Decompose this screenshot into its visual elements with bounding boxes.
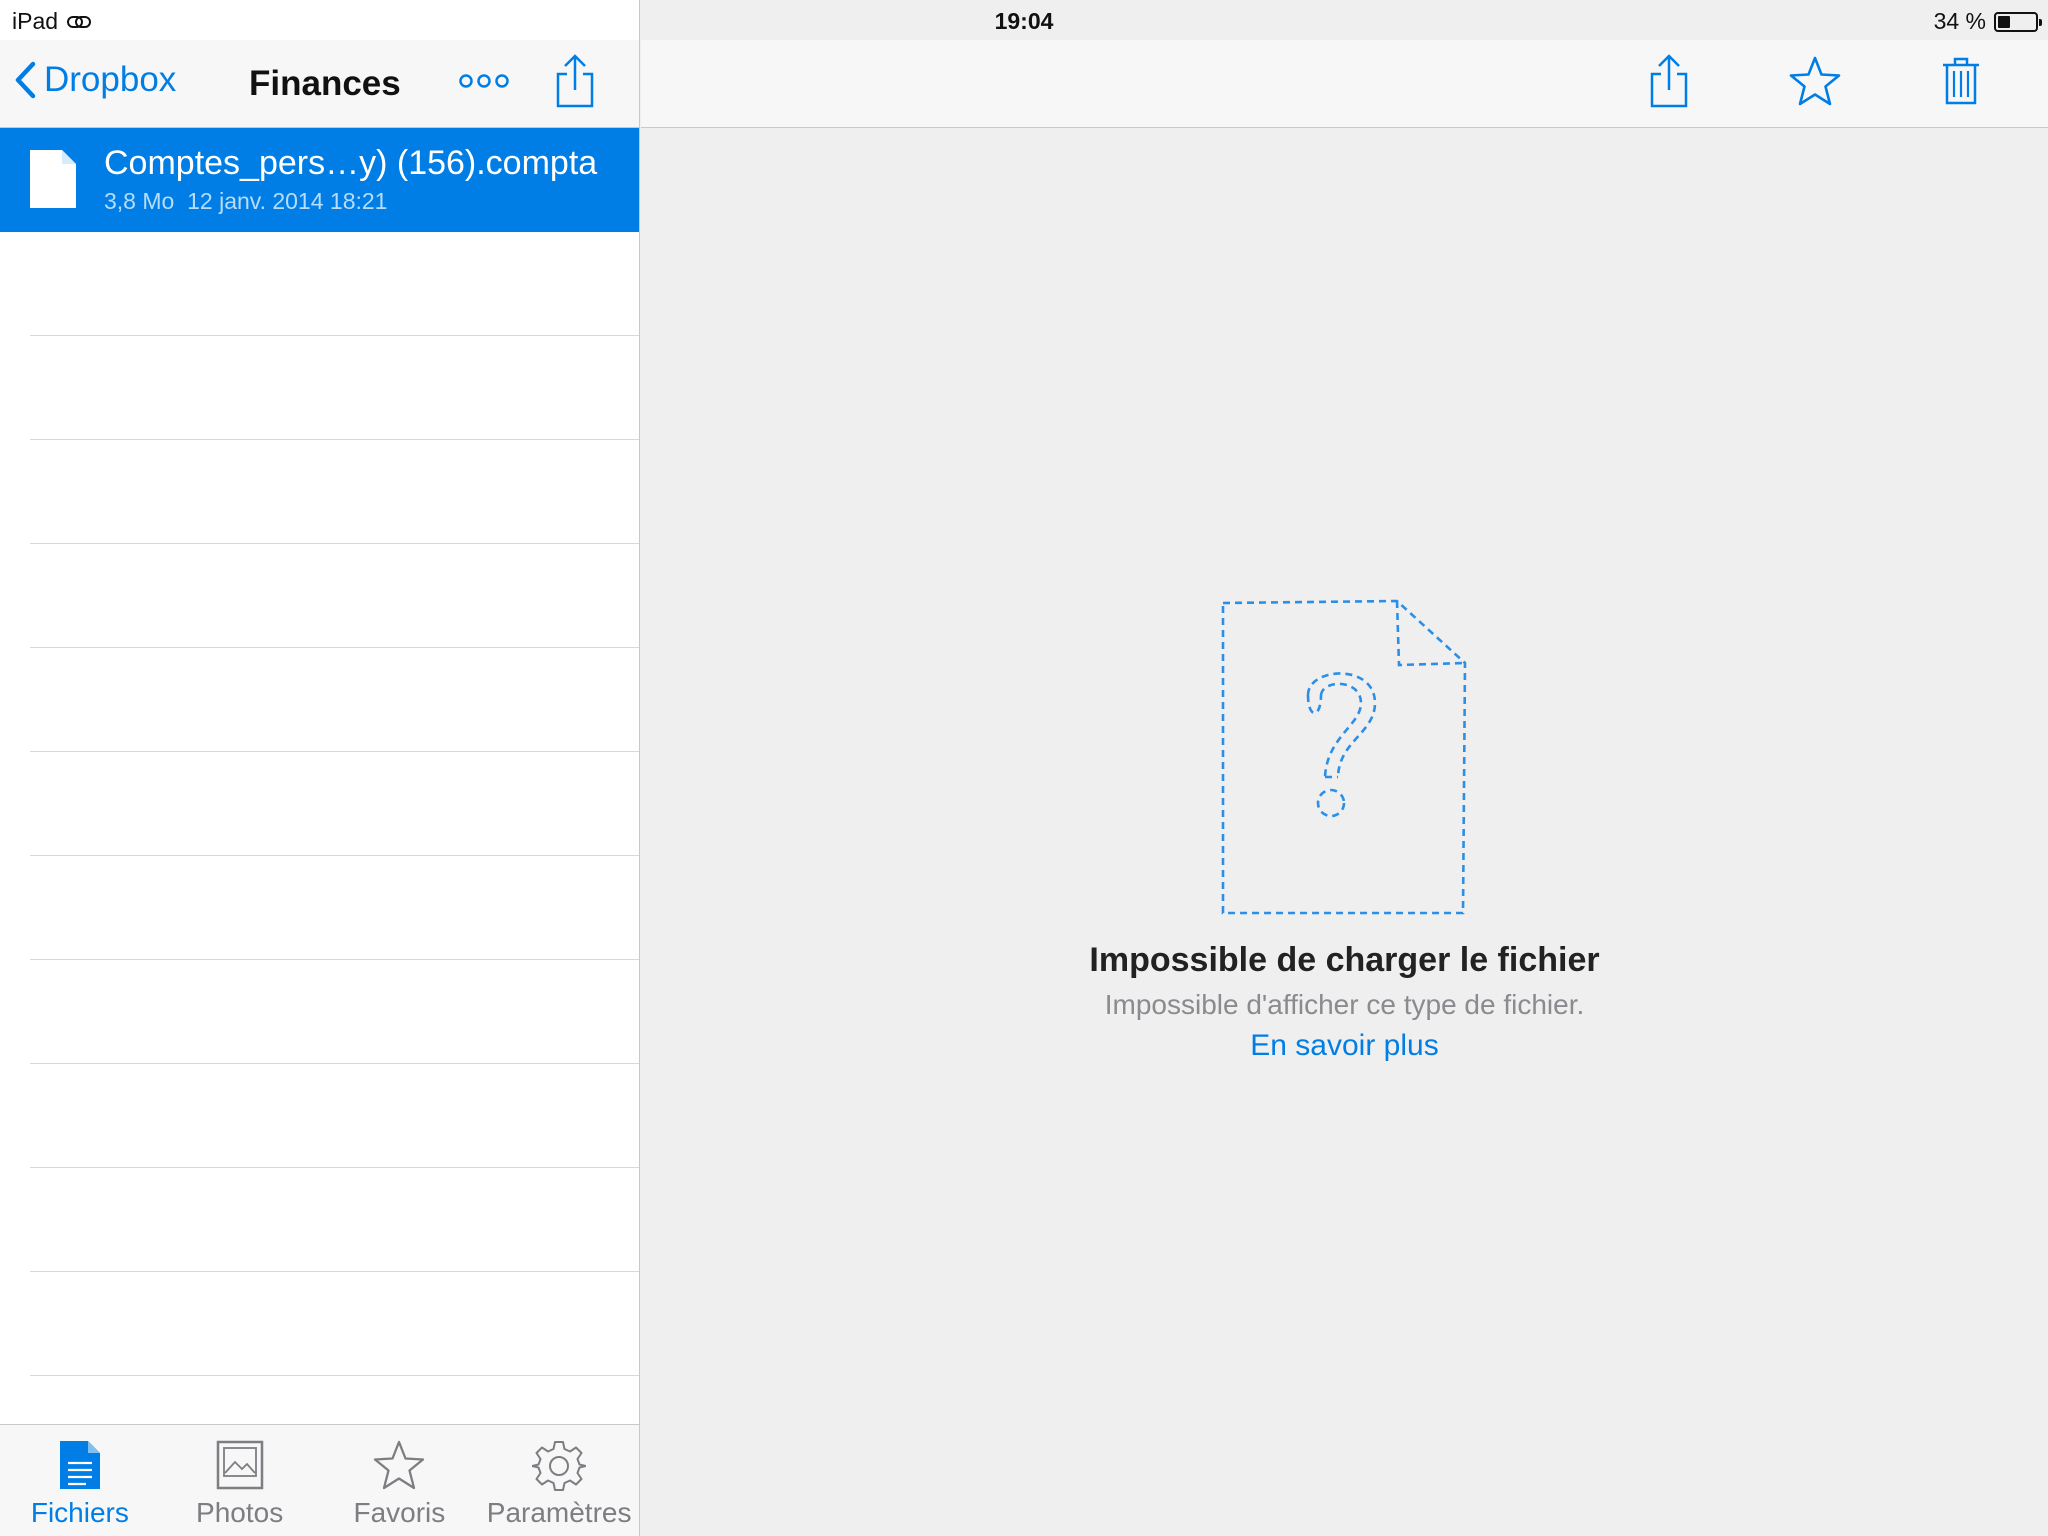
file-browser-navbar: Dropbox Finances bbox=[0, 40, 639, 128]
tab-parametres[interactable]: Paramètres bbox=[479, 1425, 639, 1536]
favorite-button[interactable] bbox=[1788, 54, 1842, 113]
trash-icon bbox=[1943, 57, 1979, 105]
file-preview-area: Impossible de charger le fichier Impossi… bbox=[641, 129, 2048, 1536]
empty-list-row bbox=[30, 960, 639, 1064]
empty-list-row bbox=[30, 752, 639, 856]
tab-favoris[interactable]: Favoris bbox=[320, 1425, 480, 1536]
star-icon bbox=[1789, 56, 1841, 106]
empty-list-row bbox=[30, 856, 639, 960]
tab-label: Photos bbox=[196, 1497, 284, 1528]
tab-label: Paramètres bbox=[486, 1497, 632, 1528]
battery-icon bbox=[1994, 11, 2042, 32]
empty-list-row bbox=[30, 1064, 639, 1168]
photo-icon bbox=[216, 1440, 263, 1490]
screen: Dropbox Finances Comptes_pers…y) (156).c… bbox=[0, 0, 2048, 1536]
tab-label: Favoris bbox=[353, 1497, 446, 1528]
file-browser-panel: Dropbox Finances Comptes_pers…y) (156).c… bbox=[0, 0, 640, 1536]
status-time: 19:04 bbox=[994, 8, 1054, 34]
tab-label: Fichiers bbox=[30, 1497, 129, 1528]
share-icon bbox=[1650, 54, 1688, 108]
error-title: Impossible de charger le fichier bbox=[1089, 941, 1600, 979]
empty-list-row bbox=[30, 1168, 639, 1272]
back-button[interactable]: Dropbox bbox=[14, 60, 176, 100]
learn-more-link[interactable]: En savoir plus bbox=[641, 1029, 2048, 1063]
file-row-selected[interactable]: Comptes_pers…y) (156).compta 3,8 Mo 12 j… bbox=[0, 128, 639, 232]
empty-list-row bbox=[30, 232, 639, 336]
share-file-button[interactable] bbox=[1647, 54, 1691, 115]
file-meta: 3,8 Mo 12 janv. 2014 18:21 bbox=[104, 188, 387, 215]
folder-title: Finances bbox=[249, 64, 401, 103]
tab-bar: Fichiers Photos Favoris Paramètres bbox=[0, 1424, 639, 1536]
file-name: Comptes_pers…y) (156).compta bbox=[104, 144, 598, 182]
file-date: 12 janv. 2014 18:21 bbox=[187, 188, 388, 214]
unknown-file-icon bbox=[1215, 587, 1485, 932]
share-icon bbox=[556, 54, 594, 108]
more-button[interactable] bbox=[458, 72, 510, 95]
back-button-label: Dropbox bbox=[44, 60, 177, 99]
file-size: 3,8 Mo bbox=[104, 188, 175, 214]
battery-percent: 34 % bbox=[1933, 8, 1986, 34]
file-list: Comptes_pers…y) (156).compta 3,8 Mo 12 j… bbox=[0, 128, 639, 1480]
share-button[interactable] bbox=[553, 54, 597, 115]
preview-toolbar bbox=[641, 40, 2048, 128]
battery-level bbox=[1998, 15, 2011, 28]
error-subtitle: Impossible d'afficher ce type de fichier… bbox=[1104, 989, 1585, 1020]
tab-fichiers[interactable]: Fichiers bbox=[0, 1425, 160, 1536]
file-icon bbox=[30, 150, 76, 208]
chevron-left-icon bbox=[15, 61, 36, 99]
empty-list-row bbox=[30, 336, 639, 440]
empty-list-row bbox=[30, 544, 639, 648]
document-icon bbox=[59, 1441, 100, 1489]
empty-list-row bbox=[30, 440, 639, 544]
tab-photos[interactable]: Photos bbox=[160, 1425, 320, 1536]
status-bar: iPad 19:04 34 % bbox=[0, 0, 2048, 40]
star-icon bbox=[374, 1440, 425, 1490]
more-icon bbox=[459, 74, 509, 88]
empty-list-row bbox=[30, 1272, 639, 1376]
empty-list-row bbox=[30, 648, 639, 752]
delete-button[interactable] bbox=[1941, 56, 1981, 111]
gear-icon bbox=[532, 1441, 587, 1491]
status-battery: 34 % bbox=[1933, 8, 2042, 35]
